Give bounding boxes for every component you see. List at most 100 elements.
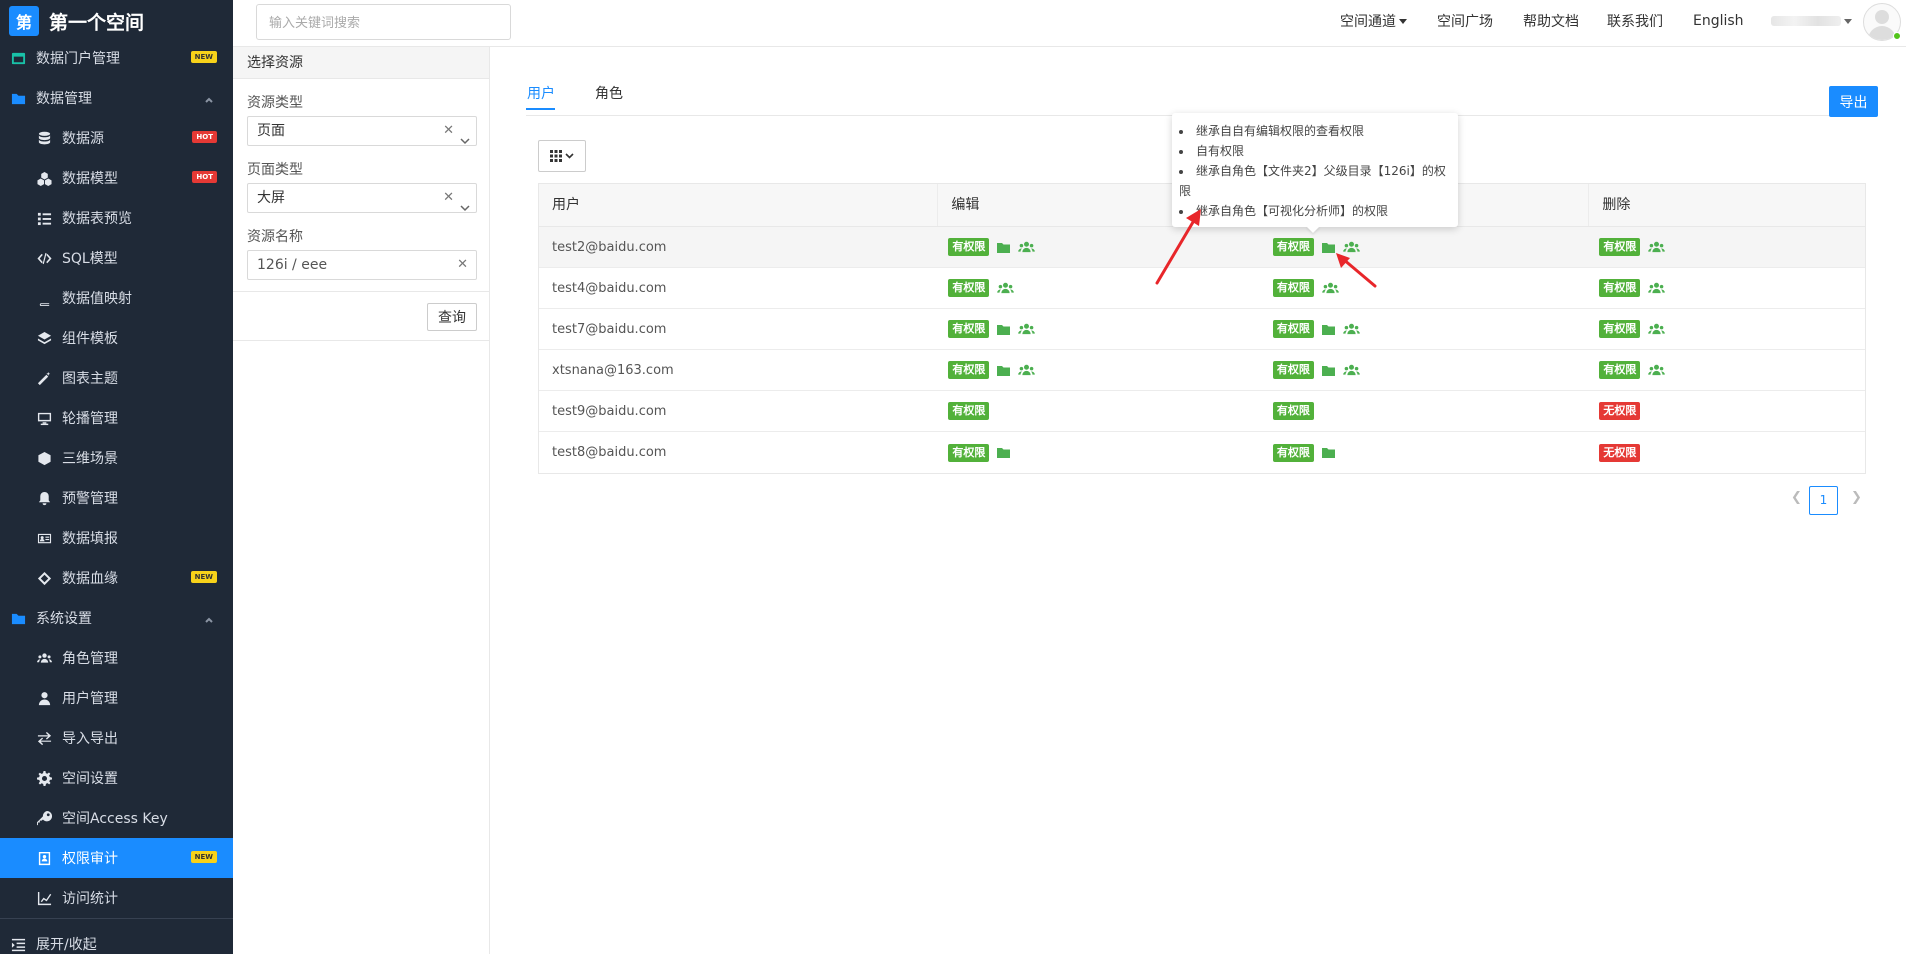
sidebar-item-access-key[interactable]: 空间Access Key <box>0 798 233 838</box>
no-permission-tag[interactable]: 无权限 <box>1599 402 1641 420</box>
users-icon[interactable] <box>1648 282 1666 294</box>
space-logo[interactable]: 第 第一个空间 <box>0 0 233 42</box>
permission-tag[interactable]: 有权限 <box>948 361 990 379</box>
users-icon[interactable] <box>1648 323 1666 335</box>
sidebar-item-space-settings[interactable]: 空间设置 <box>0 758 233 798</box>
permission-tag[interactable]: 有权限 <box>948 320 990 338</box>
folder-icon[interactable] <box>1321 242 1335 253</box>
clear-icon[interactable]: ✕ <box>443 117 454 145</box>
permission-tag[interactable]: 有权限 <box>1272 361 1314 379</box>
sidebar-item-alert[interactable]: 预警管理 <box>0 478 233 518</box>
sidebar-item-3d-scene[interactable]: 三维场景 <box>0 438 233 478</box>
sidebar-item-import-export[interactable]: 导入导出 <box>0 718 233 758</box>
pagination-current-page[interactable]: 1 <box>1809 486 1838 515</box>
tooltip-item: 继承自角色【文件夹2】父级目录【126i】的权限 <box>1179 161 1449 201</box>
nav-label: 联系我们 <box>1607 14 1663 30</box>
chevron-down-icon <box>565 153 574 159</box>
pagination-prev[interactable]: ❮ <box>1791 490 1802 505</box>
sidebar-item-sql-model[interactable]: SQL模型 <box>0 238 233 278</box>
users-icon[interactable] <box>1648 364 1666 376</box>
clear-icon[interactable]: ✕ <box>457 251 468 279</box>
sidebar-collapse-toggle[interactable]: 展开/收起 <box>0 924 233 954</box>
sidebar-group-system-settings[interactable]: 系统设置 <box>0 598 233 638</box>
resource-type-select[interactable]: 页面 ✕ <box>247 116 477 146</box>
sidebar-item-data-fill[interactable]: 数据填报 <box>0 518 233 558</box>
exchange-icon <box>36 730 52 746</box>
permission-tag[interactable]: 有权限 <box>1272 320 1314 338</box>
sidebar-item-user-management[interactable]: 用户管理 <box>0 678 233 718</box>
tooltip-item: 自有权限 <box>1179 141 1449 161</box>
folder-icon[interactable] <box>997 447 1011 458</box>
sidebar-item-label: 数据值映射 <box>62 291 132 307</box>
chevron-up-icon <box>205 612 213 623</box>
page-type-select[interactable]: 大屏 ✕ <box>247 183 477 213</box>
resource-name-select[interactable]: 126i / eee ✕ <box>247 250 477 280</box>
tab-roles[interactable]: 角色 <box>595 83 623 103</box>
sidebar-item-permission-audit[interactable]: 权限审计 NEW <box>0 838 233 878</box>
permission-tag[interactable]: 有权限 <box>1599 279 1641 297</box>
search-input[interactable] <box>256 4 511 40</box>
permission-tag[interactable]: 有权限 <box>1272 279 1314 297</box>
permission-tag[interactable]: 有权限 <box>948 402 990 420</box>
sidebar-item-chart-theme[interactable]: 图表主题 <box>0 358 233 398</box>
clear-icon[interactable]: ✕ <box>443 184 454 212</box>
hot-badge: HOT <box>192 131 217 143</box>
folder-icon[interactable] <box>997 242 1011 253</box>
column-settings-button[interactable] <box>538 140 586 172</box>
caret-down-icon <box>1399 18 1407 24</box>
resource-type-label: 资源类型 <box>247 95 303 111</box>
users-icon[interactable] <box>1343 323 1360 335</box>
users-icon[interactable] <box>997 282 1015 294</box>
nav-contact-us[interactable]: 联系我们 <box>1607 0 1663 42</box>
user-name-blurred[interactable] <box>1771 16 1841 26</box>
template-icon <box>36 330 52 346</box>
users-icon[interactable] <box>1343 364 1360 376</box>
nav-help-docs[interactable]: 帮助文档 <box>1523 0 1579 42</box>
users-icon[interactable] <box>1322 282 1339 294</box>
nav-space-plaza[interactable]: 空间广场 <box>1437 0 1493 42</box>
permission-tag[interactable]: 有权限 <box>1599 238 1641 256</box>
sidebar-group-data-management[interactable]: 数据管理 <box>0 78 233 118</box>
nav-language-english[interactable]: English <box>1693 0 1744 42</box>
user-menu-toggle[interactable] <box>1841 0 1852 42</box>
sidebar-item-value-mapping[interactable]: 数据值映射 <box>0 278 233 318</box>
no-permission-tag[interactable]: 无权限 <box>1599 443 1641 462</box>
sidebar-item-datasource[interactable]: 数据源 HOT <box>0 118 233 158</box>
pagination-next[interactable]: ❯ <box>1851 490 1862 505</box>
query-button[interactable]: 查询 <box>427 303 477 331</box>
folder-icon[interactable] <box>997 324 1011 335</box>
sidebar-item-table-preview[interactable]: 数据表预览 <box>0 198 233 238</box>
table-row: test2@baidu.com 有权限 有权限 有权限 <box>539 227 1865 268</box>
permission-tag[interactable]: 有权限 <box>1272 402 1314 420</box>
sidebar-item-visit-stats[interactable]: 访问统计 <box>0 878 233 918</box>
sidebar-item-data-lineage[interactable]: 数据血缘 NEW <box>0 558 233 598</box>
database-icon <box>36 130 52 146</box>
users-icon[interactable] <box>1018 241 1036 253</box>
export-button[interactable]: 导出 <box>1829 86 1878 117</box>
folder-icon[interactable] <box>1321 365 1335 376</box>
permission-tag[interactable]: 有权限 <box>1599 320 1641 338</box>
users-icon[interactable] <box>1343 241 1360 253</box>
permission-tag[interactable]: 有权限 <box>948 279 990 297</box>
folder-icon[interactable] <box>1321 447 1335 458</box>
permission-tag[interactable]: 有权限 <box>1272 443 1314 462</box>
line-chart-icon <box>36 890 52 906</box>
permission-tag[interactable]: 有权限 <box>948 443 990 462</box>
users-icon[interactable] <box>1018 364 1036 376</box>
nav-space-channel[interactable]: 空间通道 <box>1340 0 1407 42</box>
sidebar-item-role-management[interactable]: 角色管理 <box>0 638 233 678</box>
users-icon[interactable] <box>1018 323 1036 335</box>
sidebar-item-data-model[interactable]: 数据模型 HOT <box>0 158 233 198</box>
tab-users[interactable]: 用户 <box>527 83 555 103</box>
sidebar-item-component-template[interactable]: 组件模板 <box>0 318 233 358</box>
folder-icon[interactable] <box>1321 324 1335 335</box>
code-icon <box>36 250 52 266</box>
sidebar-item-portal[interactable]: 数据门户管理 NEW <box>0 38 233 78</box>
permission-tag[interactable]: 有权限 <box>948 238 990 256</box>
permission-tag[interactable]: 有权限 <box>1272 238 1314 256</box>
users-icon[interactable] <box>1648 241 1666 253</box>
folder-icon[interactable] <box>997 365 1011 376</box>
permission-tag[interactable]: 有权限 <box>1599 361 1641 379</box>
sidebar-item-label: 数据填报 <box>62 531 118 547</box>
sidebar-item-carousel[interactable]: 轮播管理 <box>0 398 233 438</box>
